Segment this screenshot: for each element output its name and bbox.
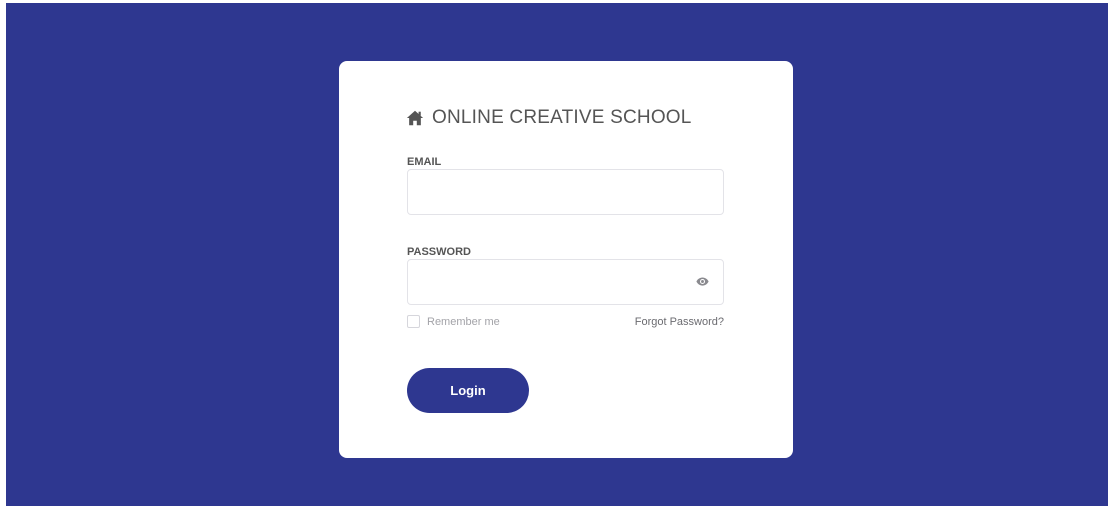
remember-me-checkbox[interactable]: Remember me <box>407 315 500 328</box>
eye-icon[interactable] <box>696 276 709 287</box>
forgot-password-link[interactable]: Forgot Password? <box>635 316 724 328</box>
email-label: EMAIL <box>407 156 442 168</box>
home-icon <box>406 110 424 126</box>
login-page-background: ONLINE CREATIVE SCHOOL EMAIL PASSWORD Re… <box>6 3 1108 506</box>
password-label: PASSWORD <box>407 246 471 258</box>
password-field[interactable] <box>407 259 724 305</box>
brand-header: ONLINE CREATIVE SCHOOL <box>406 107 692 129</box>
checkbox-box[interactable] <box>407 315 420 328</box>
remember-me-label: Remember me <box>427 315 500 328</box>
login-button[interactable]: Login <box>407 368 529 413</box>
email-field[interactable] <box>407 169 724 215</box>
brand-title: ONLINE CREATIVE SCHOOL <box>432 107 692 128</box>
login-card: ONLINE CREATIVE SCHOOL EMAIL PASSWORD Re… <box>339 61 793 458</box>
